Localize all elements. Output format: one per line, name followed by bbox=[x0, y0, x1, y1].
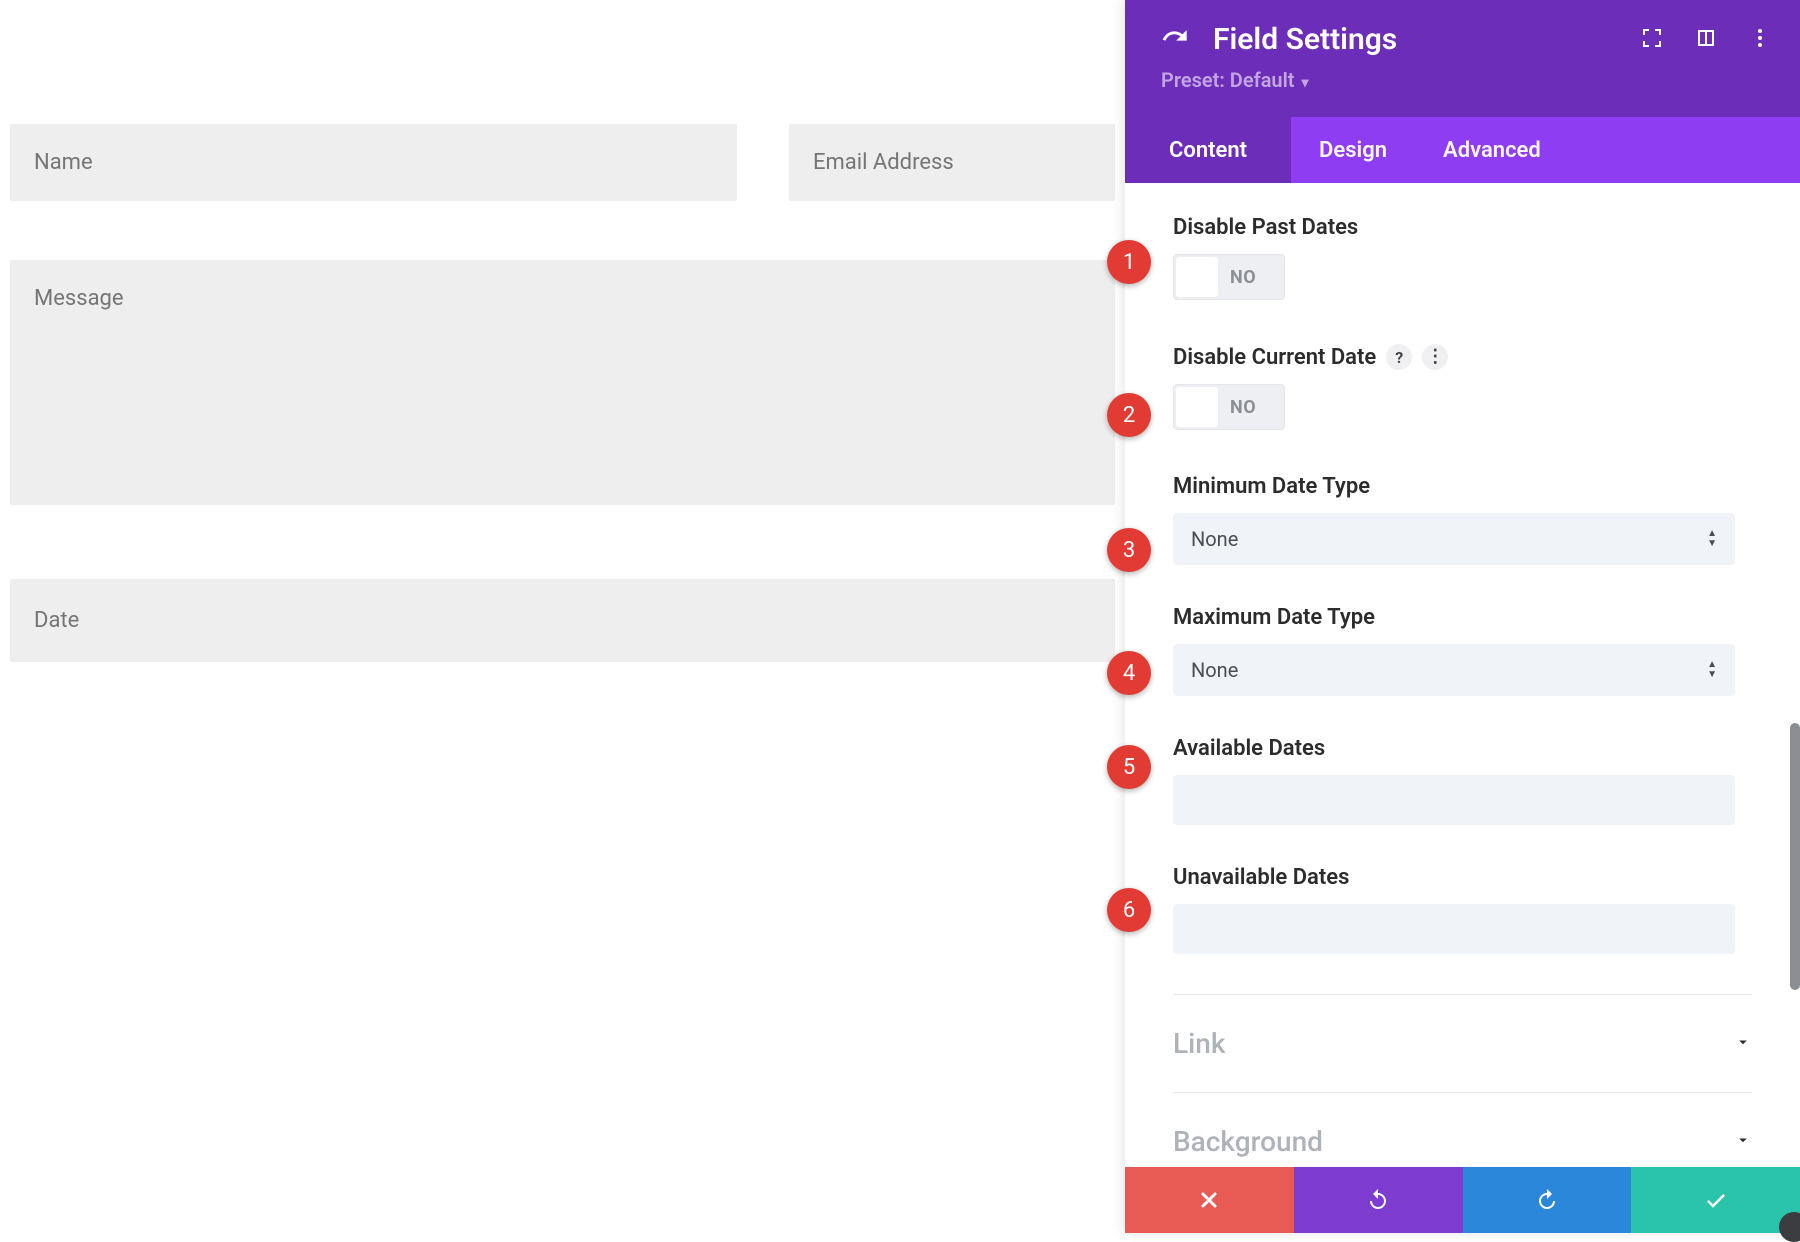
select-arrows-icon: ▲▼ bbox=[1707, 529, 1717, 549]
tab-advanced[interactable]: Advanced bbox=[1415, 117, 1569, 183]
option-disable-current-date: Disable Current Date ? ⋮ NO bbox=[1173, 344, 1752, 434]
disable-current-date-label-text: Disable Current Date bbox=[1173, 345, 1376, 370]
preset-label: Preset: Default bbox=[1161, 68, 1295, 92]
panel-title: Field Settings bbox=[1213, 22, 1397, 57]
message-field[interactable] bbox=[10, 260, 1115, 505]
toggle-value: NO bbox=[1230, 397, 1256, 418]
form-row-1 bbox=[10, 124, 1115, 201]
min-date-type-select[interactable]: None ▲▼ bbox=[1173, 513, 1735, 565]
badge-4: 4 bbox=[1107, 651, 1151, 695]
form-preview bbox=[10, 124, 1115, 662]
form-row-3 bbox=[10, 579, 1115, 662]
preset-selector[interactable]: Preset: Default ▾ bbox=[1161, 68, 1764, 92]
option-min-date-type: Minimum Date Type None ▲▼ bbox=[1173, 474, 1752, 565]
select-arrows-icon: ▲▼ bbox=[1707, 660, 1717, 680]
disable-current-date-label: Disable Current Date ? ⋮ bbox=[1173, 344, 1752, 370]
tabs: Content Design Advanced bbox=[1125, 117, 1800, 183]
corner-handle[interactable] bbox=[1779, 1212, 1800, 1242]
action-bar bbox=[1125, 1167, 1800, 1233]
accordion-background-title: Background bbox=[1173, 1125, 1323, 1158]
tab-design[interactable]: Design bbox=[1291, 117, 1415, 183]
accordion-background[interactable]: Background bbox=[1173, 1092, 1752, 1167]
option-max-date-type: Maximum Date Type None ▲▼ bbox=[1173, 605, 1752, 696]
disable-current-date-toggle[interactable]: NO bbox=[1173, 384, 1285, 430]
tab-content[interactable]: Content bbox=[1125, 117, 1291, 183]
option-kebab-icon[interactable]: ⋮ bbox=[1422, 344, 1448, 370]
date-field[interactable] bbox=[10, 579, 1115, 662]
select-value: None bbox=[1191, 658, 1238, 682]
panel-header: Field Settings Preset: Default ▾ bbox=[1125, 0, 1800, 117]
option-available-dates: Available Dates bbox=[1173, 736, 1752, 825]
layout-icon[interactable] bbox=[1694, 26, 1718, 56]
expand-icon[interactable] bbox=[1640, 26, 1664, 56]
options-body: Disable Past Dates NO Disable Current Da… bbox=[1125, 183, 1800, 1167]
name-field[interactable] bbox=[10, 124, 737, 201]
available-dates-input[interactable] bbox=[1173, 775, 1735, 825]
option-disable-past-dates: Disable Past Dates NO bbox=[1173, 215, 1752, 304]
unavailable-dates-label: Unavailable Dates bbox=[1173, 865, 1752, 890]
email-field[interactable] bbox=[789, 124, 1115, 201]
max-date-type-label: Maximum Date Type bbox=[1173, 605, 1752, 630]
redo-button[interactable] bbox=[1463, 1167, 1632, 1233]
disable-past-dates-label: Disable Past Dates bbox=[1173, 215, 1752, 240]
caret-down-icon: ▾ bbox=[1302, 75, 1309, 91]
accordion-link-title: Link bbox=[1173, 1027, 1225, 1060]
form-row-2 bbox=[10, 260, 1115, 509]
badge-5: 5 bbox=[1107, 745, 1151, 789]
unavailable-dates-input[interactable] bbox=[1173, 904, 1735, 954]
save-button[interactable] bbox=[1631, 1167, 1800, 1233]
panel-header-icons bbox=[1640, 26, 1772, 56]
toggle-knob bbox=[1176, 387, 1218, 427]
badge-6: 6 bbox=[1107, 888, 1151, 932]
scrollbar[interactable] bbox=[1790, 723, 1800, 990]
undo-button[interactable] bbox=[1294, 1167, 1463, 1233]
max-date-type-select[interactable]: None ▲▼ bbox=[1173, 644, 1735, 696]
toggle-value: NO bbox=[1230, 267, 1256, 288]
chevron-down-icon bbox=[1734, 1032, 1752, 1056]
cancel-button[interactable] bbox=[1125, 1167, 1294, 1233]
help-icon[interactable]: ? bbox=[1386, 344, 1412, 370]
select-value: None bbox=[1191, 527, 1238, 551]
badge-2: 2 bbox=[1107, 393, 1151, 437]
toggle-knob bbox=[1176, 257, 1218, 297]
accordion-link[interactable]: Link bbox=[1173, 994, 1752, 1092]
available-dates-label: Available Dates bbox=[1173, 736, 1752, 761]
option-unavailable-dates: Unavailable Dates bbox=[1173, 865, 1752, 954]
settings-panel: Field Settings Preset: Default ▾ Content… bbox=[1125, 0, 1800, 1233]
badge-3: 3 bbox=[1107, 528, 1151, 572]
chevron-down-icon bbox=[1734, 1130, 1752, 1154]
min-date-type-label: Minimum Date Type bbox=[1173, 474, 1752, 499]
back-icon[interactable] bbox=[1161, 20, 1189, 58]
disable-past-dates-toggle[interactable]: NO bbox=[1173, 254, 1285, 300]
kebab-icon[interactable] bbox=[1748, 26, 1772, 56]
badge-1: 1 bbox=[1107, 240, 1151, 284]
